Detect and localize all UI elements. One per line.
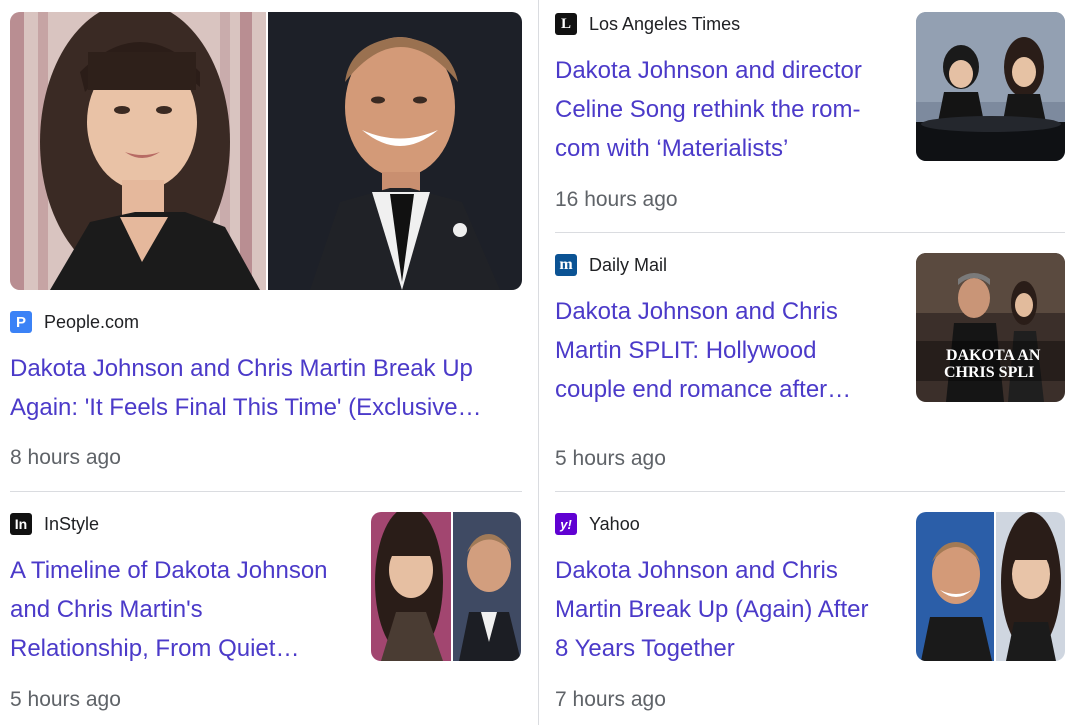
timestamp: 16 hours ago bbox=[555, 188, 678, 211]
right-column: L Los Angeles Times Dakota Johnson and d… bbox=[540, 0, 1080, 725]
source-name: Daily Mail bbox=[589, 254, 668, 275]
instyle-logo-icon: In bbox=[10, 513, 32, 535]
headline-line[interactable]: Dakota Johnson and Chris bbox=[555, 551, 905, 590]
news-card-dailymail[interactable]: m Daily Mail Dakota Johnson and Chris Ma… bbox=[555, 253, 1065, 473]
people-logo-icon: P bbox=[10, 311, 32, 333]
headline-line[interactable]: Again: 'It Feels Final This Time' (Exclu… bbox=[10, 388, 522, 427]
headline-line[interactable]: A Timeline of Dakota Johnson bbox=[10, 551, 360, 590]
dailymail-logo-icon: m bbox=[555, 254, 577, 276]
headline-line[interactable]: Dakota Johnson and Chris Martin Break Up bbox=[10, 349, 522, 388]
source-name: Los Angeles Times bbox=[589, 13, 741, 34]
news-card-people[interactable]: P People.com Dakota Johnson and Chris Ma… bbox=[10, 12, 522, 472]
headline-line[interactable]: 8 Years Together bbox=[555, 629, 905, 668]
headline-line[interactable]: Celine Song rethink the rom- bbox=[555, 90, 900, 129]
headline-line[interactable]: com with ‘Materialists’ bbox=[555, 129, 900, 168]
card-separator bbox=[10, 491, 522, 492]
dakota-chris-photo bbox=[10, 12, 522, 290]
yahoo-logo-icon: y! bbox=[555, 513, 577, 535]
source-row: In InStyle bbox=[10, 512, 99, 536]
source-name: Yahoo bbox=[589, 513, 640, 534]
source-row: y! Yahoo bbox=[555, 512, 640, 536]
news-card-latimes[interactable]: L Los Angeles Times Dakota Johnson and d… bbox=[555, 12, 1065, 222]
story-thumbnail[interactable]: DAKOTA AN CHRIS SPLI bbox=[916, 253, 1065, 402]
news-card-instyle[interactable]: In InStyle A Timeline of Dakota Johnson … bbox=[10, 512, 522, 725]
left-column: P People.com Dakota Johnson and Chris Ma… bbox=[0, 0, 540, 725]
headline-line[interactable]: couple end romance after… bbox=[555, 370, 900, 409]
headline[interactable]: Dakota Johnson and director Celine Song … bbox=[555, 51, 900, 168]
story-image[interactable] bbox=[10, 12, 522, 290]
headline[interactable]: Dakota Johnson and Chris Martin Break Up… bbox=[555, 551, 905, 668]
headline[interactable]: Dakota Johnson and Chris Martin Break Up… bbox=[10, 349, 522, 427]
headline-line[interactable]: Martin SPLIT: Hollywood bbox=[555, 331, 900, 370]
story-thumbnail[interactable] bbox=[371, 512, 521, 661]
source-name: People.com bbox=[44, 311, 140, 332]
thumbnail-photo bbox=[916, 12, 1065, 161]
thumb-overlay-text: CHRIS SPLI bbox=[944, 364, 1034, 381]
headline-line[interactable]: Dakota Johnson and Chris bbox=[555, 292, 900, 331]
thumbnail-photo bbox=[916, 512, 1065, 661]
source-row: L Los Angeles Times bbox=[555, 12, 740, 36]
timestamp: 5 hours ago bbox=[10, 688, 121, 711]
thumb-overlay-text: DAKOTA AN bbox=[946, 347, 1041, 364]
source-row: P People.com bbox=[10, 310, 139, 334]
headline-line[interactable]: Relationship, From Quiet… bbox=[10, 629, 360, 668]
source-row: m Daily Mail bbox=[555, 253, 667, 277]
story-thumbnail[interactable] bbox=[916, 12, 1065, 161]
story-thumbnail[interactable] bbox=[916, 512, 1065, 661]
headline[interactable]: A Timeline of Dakota Johnson and Chris M… bbox=[10, 551, 360, 668]
card-separator bbox=[555, 491, 1065, 492]
headline[interactable]: Dakota Johnson and Chris Martin SPLIT: H… bbox=[555, 292, 900, 409]
timestamp: 7 hours ago bbox=[555, 688, 666, 711]
timestamp: 8 hours ago bbox=[10, 446, 121, 469]
source-name: InStyle bbox=[44, 513, 100, 534]
headline-line[interactable]: Dakota Johnson and director bbox=[555, 51, 900, 90]
timestamp: 5 hours ago bbox=[555, 447, 666, 470]
thumbnail-photo bbox=[371, 512, 521, 661]
card-separator bbox=[555, 232, 1065, 233]
news-card-yahoo[interactable]: y! Yahoo Dakota Johnson and Chris Martin… bbox=[555, 512, 1065, 725]
headline-line[interactable]: and Chris Martin's bbox=[10, 590, 360, 629]
headline-line[interactable]: Martin Break Up (Again) After bbox=[555, 590, 905, 629]
latimes-logo-icon: L bbox=[555, 13, 577, 35]
thumbnail-photo: DAKOTA AN CHRIS SPLI bbox=[916, 253, 1065, 402]
